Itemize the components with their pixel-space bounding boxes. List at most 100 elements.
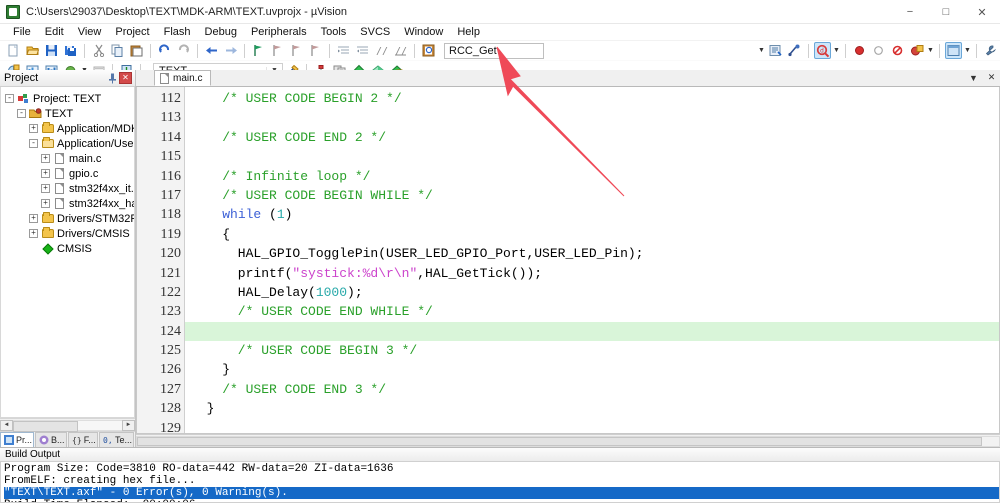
tree-item-cmsis[interactable]: CMSIS xyxy=(1,241,134,256)
find-combo-value[interactable]: RCC_Get xyxy=(445,45,543,57)
copy-button[interactable] xyxy=(109,42,126,59)
find-combo[interactable]: RCC_Get xyxy=(444,42,544,59)
cut-button[interactable] xyxy=(90,42,107,59)
code-line[interactable]: { xyxy=(185,225,999,244)
menu-help[interactable]: Help xyxy=(450,24,487,41)
tree-item-gpio-c[interactable]: + gpio.c xyxy=(1,166,134,181)
insert-breakpoint-button[interactable] xyxy=(851,42,868,59)
scroll-right-arrow-icon[interactable]: ► xyxy=(122,419,135,431)
debug-find-button[interactable]: d xyxy=(814,42,831,59)
scroll-thumb[interactable] xyxy=(13,420,79,432)
project-tree-hscrollbar[interactable]: ◄ ► xyxy=(0,418,135,432)
code-line[interactable] xyxy=(185,108,999,127)
menu-view[interactable]: View xyxy=(71,24,109,41)
menu-project[interactable]: Project xyxy=(108,24,156,41)
menu-svcs[interactable]: SVCS xyxy=(353,24,397,41)
tree-expander[interactable]: + xyxy=(29,229,38,238)
tree-item-application-user[interactable]: - Application/User/C xyxy=(1,136,134,151)
pin-icon[interactable] xyxy=(105,72,119,85)
code-line[interactable]: HAL_GPIO_TogglePin(USER_LED_GPIO_Port,US… xyxy=(185,244,999,263)
maximize-button[interactable]: □ xyxy=(928,0,964,24)
code-line[interactable]: /* USER CODE END WHILE */ xyxy=(185,302,999,321)
menu-edit[interactable]: Edit xyxy=(38,24,71,41)
tree-expander[interactable]: + xyxy=(41,169,50,178)
debug-find-chevron-down-icon[interactable]: ▼ xyxy=(832,42,841,59)
project-tree[interactable]: - Project: TEXT - TEXT + Application/MDK… xyxy=(0,87,135,418)
tree-item-text-target[interactable]: - TEXT xyxy=(1,106,134,121)
editor-scroll-thumb[interactable] xyxy=(137,436,982,446)
tab-project[interactable]: Pr... xyxy=(0,432,35,447)
menu-file[interactable]: File xyxy=(6,24,38,41)
debug-settings-button[interactable] xyxy=(908,42,925,59)
code-line[interactable]: printf("systick:%d\r\n",HAL_GetTick()); xyxy=(185,264,999,283)
bookmark-next-button[interactable] xyxy=(288,42,305,59)
tree-item-drivers-stm32f4xx[interactable]: + Drivers/STM32F4xx_ xyxy=(1,211,134,226)
tree-item-main-c[interactable]: + main.c xyxy=(1,151,134,166)
comment-button[interactable]: // xyxy=(373,42,390,59)
menu-debug[interactable]: Debug xyxy=(198,24,244,41)
code-line[interactable]: } xyxy=(185,399,999,418)
document-tab-main-c[interactable]: main.c xyxy=(154,70,212,86)
tree-item-stm32f4xx-it-c[interactable]: + stm32f4xx_it.c xyxy=(1,181,134,196)
undo-button[interactable] xyxy=(156,42,173,59)
debug-settings-chevron-down-icon[interactable]: ▼ xyxy=(926,42,935,59)
bookmark-list-button[interactable] xyxy=(767,42,784,59)
minimize-button[interactable]: − xyxy=(892,0,928,24)
tree-expander[interactable]: + xyxy=(41,199,50,208)
tree-expander[interactable]: - xyxy=(29,139,38,148)
code-line[interactable]: while (1) xyxy=(185,205,999,224)
code-editor[interactable]: 112 113 114 115 116 117 118 119 120 121 … xyxy=(136,87,1000,434)
tree-expander[interactable]: - xyxy=(5,94,14,103)
scroll-left-arrow-icon[interactable]: ◄ xyxy=(0,419,13,431)
code-line[interactable]: /* Infinite loop */ xyxy=(185,167,999,186)
navigate-forward-button[interactable] xyxy=(222,42,239,59)
document-close-icon[interactable]: ✕ xyxy=(985,71,998,84)
code-line[interactable]: /* USER CODE END 2 */ xyxy=(185,128,999,147)
configuration-wizard-button[interactable] xyxy=(982,42,999,59)
outdent-button[interactable] xyxy=(354,42,371,59)
code-line-active[interactable] xyxy=(185,321,999,342)
disable-breakpoint-button[interactable] xyxy=(870,42,887,59)
tree-expander[interactable]: - xyxy=(17,109,26,118)
save-button[interactable] xyxy=(43,42,60,59)
tree-expander[interactable]: + xyxy=(29,214,38,223)
code-lines[interactable]: /* USER CODE BEGIN 2 */ /* USER CODE END… xyxy=(185,87,999,433)
code-line[interactable]: HAL_Delay(1000); xyxy=(185,283,999,302)
build-output-line-selected[interactable]: "TEXT\TEXT.axf" - 0 Error(s), 0 Warning(… xyxy=(4,487,999,499)
uncomment-button[interactable]: // xyxy=(392,42,409,59)
menu-tools[interactable]: Tools xyxy=(314,24,354,41)
save-all-button[interactable] xyxy=(62,42,79,59)
scroll-track[interactable] xyxy=(13,419,122,432)
code-line[interactable]: /* USER CODE END 3 */ xyxy=(185,380,999,399)
tree-item-project-text[interactable]: - Project: TEXT xyxy=(1,91,134,106)
close-button[interactable]: ✕ xyxy=(964,0,1000,24)
bookmark-prev-button[interactable] xyxy=(269,42,286,59)
paste-button[interactable] xyxy=(128,42,145,59)
new-file-button[interactable] xyxy=(5,42,22,59)
tree-item-stm32f4xx-hal-c[interactable]: + stm32f4xx_hal_r xyxy=(1,196,134,211)
code-line[interactable] xyxy=(185,419,999,433)
code-line[interactable] xyxy=(185,147,999,166)
editor-scroll-track[interactable] xyxy=(136,435,1000,447)
bookmark-toggle-button[interactable] xyxy=(250,42,267,59)
navigate-back-button[interactable] xyxy=(203,42,220,59)
tree-item-application-mdk[interactable]: + Application/MDK-A xyxy=(1,121,134,136)
window-layout-chevron-down-icon[interactable]: ▼ xyxy=(963,42,972,59)
document-list-chevron-down-icon[interactable]: ▼ xyxy=(967,71,980,84)
menu-flash[interactable]: Flash xyxy=(157,24,198,41)
find-in-files-button[interactable] xyxy=(420,42,437,59)
project-panel-close-icon[interactable]: ✕ xyxy=(119,72,132,84)
code-line[interactable]: /* USER CODE BEGIN 3 */ xyxy=(185,341,999,360)
menu-peripherals[interactable]: Peripherals xyxy=(244,24,314,41)
tab-functions[interactable]: {} F... xyxy=(67,432,99,447)
tab-books[interactable]: B... xyxy=(35,432,67,447)
kill-all-breakpoints-button[interactable] xyxy=(889,42,906,59)
indent-button[interactable] xyxy=(335,42,352,59)
window-layout-button[interactable] xyxy=(945,42,962,59)
bookmark-clear-button[interactable] xyxy=(307,42,324,59)
find-combo-chevron-down-icon[interactable]: ▼ xyxy=(757,42,766,59)
tree-expander[interactable]: + xyxy=(29,124,38,133)
code-line[interactable]: } xyxy=(185,360,999,379)
tree-item-drivers-cmsis[interactable]: + Drivers/CMSIS xyxy=(1,226,134,241)
tab-templates[interactable]: 0, Te... xyxy=(99,432,134,447)
